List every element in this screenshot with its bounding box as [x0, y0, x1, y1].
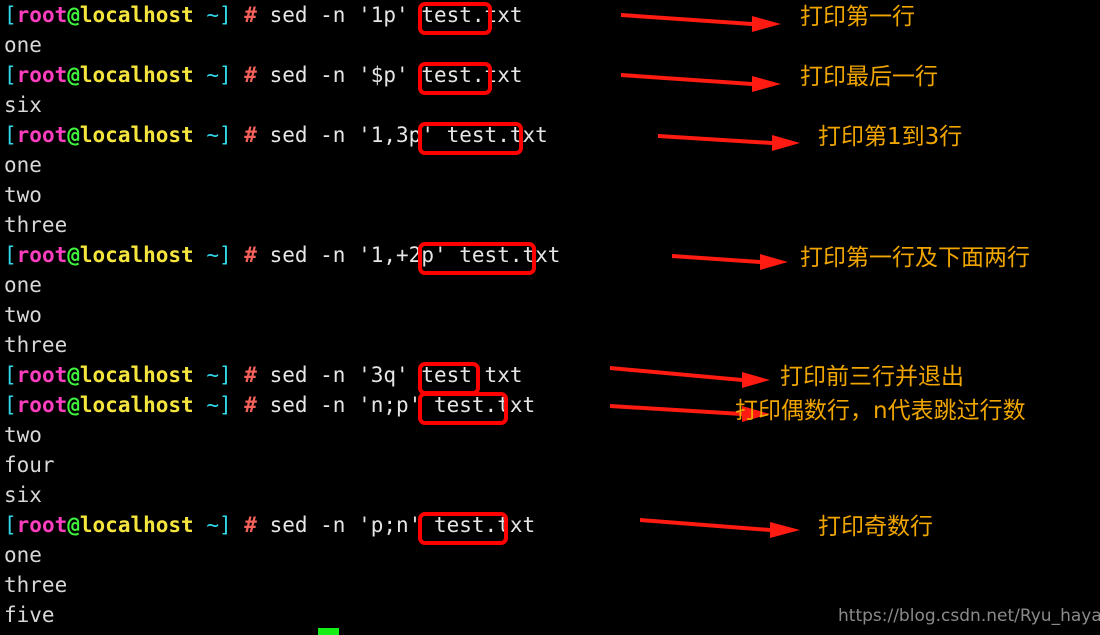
annotation-label-5: 打印前三行并退出: [780, 364, 964, 390]
watermark-url: https://blog.csdn.net/Ryu_hayabusa: [838, 606, 1100, 626]
arrow-4: [672, 254, 788, 270]
terminal-cursor: [318, 628, 339, 635]
arrow-2: [621, 73, 781, 92]
annotation-label-2: 打印最后一行: [800, 64, 938, 90]
annotation-label-1: 打印第一行: [800, 4, 915, 30]
annotation-label-6: 打印偶数行，n代表跳过行数: [735, 398, 1026, 424]
arrow-3: [658, 134, 800, 151]
arrow-5: [610, 366, 770, 388]
arrow-7: [640, 518, 800, 538]
annotation-label-3: 打印第1到3行: [818, 124, 963, 150]
annotation-arrows: [610, 13, 800, 538]
annotation-label-7: 打印奇数行: [818, 514, 933, 540]
arrow-1: [621, 13, 781, 32]
annotation-label-4: 打印第一行及下面两行: [800, 245, 1030, 271]
terminal-window: [root@localhost ~] # sed -n '1p' test.tx…: [0, 0, 1100, 635]
